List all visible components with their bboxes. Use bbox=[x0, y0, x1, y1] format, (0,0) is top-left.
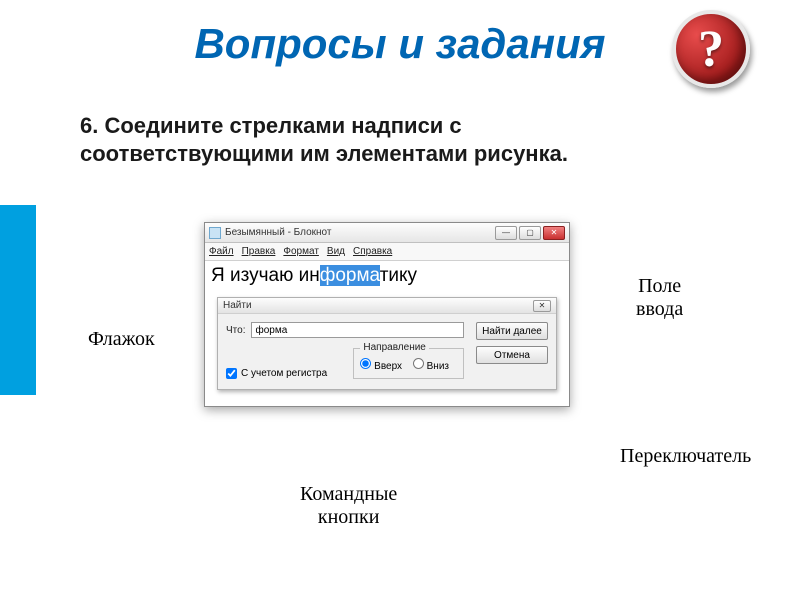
find-what-input[interactable] bbox=[251, 322, 464, 338]
case-checkbox-row[interactable]: С учетом регистра bbox=[226, 368, 327, 379]
help-badge: ? bbox=[672, 10, 750, 88]
label-flag: Флажок bbox=[88, 328, 155, 351]
direction-group: Направление Вверх Вниз bbox=[353, 348, 464, 379]
notepad-menubar[interactable]: Файл Правка Формат Вид Справка bbox=[205, 243, 569, 261]
label-cmd-l2: кнопки bbox=[318, 506, 380, 528]
notepad-titlebar[interactable]: Безымянный - Блокнот — ▢ ✕ bbox=[205, 223, 569, 243]
label-command-buttons: Командные кнопки bbox=[300, 483, 397, 529]
help-badge-circle: ? bbox=[672, 10, 750, 88]
label-input-field: Поле ввода bbox=[636, 275, 683, 321]
find-dialog: Найти ✕ Найти далее Отмена Что: bbox=[217, 297, 557, 390]
selected-text: форма bbox=[320, 265, 380, 286]
menu-file[interactable]: Файл bbox=[209, 246, 234, 257]
instruction-text: 6. Соедините стрелками надписи с соответ… bbox=[80, 112, 680, 167]
find-what-label: Что: bbox=[226, 325, 245, 336]
decorative-stripe bbox=[0, 205, 36, 395]
notepad-textarea[interactable]: Я изучаю информатику bbox=[211, 265, 563, 287]
notepad-window: Безымянный - Блокнот — ▢ ✕ Файл Правка Ф… bbox=[204, 222, 570, 407]
cancel-button[interactable]: Отмена bbox=[476, 346, 548, 364]
direction-legend: Направление bbox=[360, 342, 428, 353]
menu-view[interactable]: Вид bbox=[327, 246, 345, 257]
find-next-button[interactable]: Найти далее bbox=[476, 322, 548, 340]
radio-up-label[interactable]: Вверх bbox=[360, 361, 402, 372]
label-input-field-l1: Поле bbox=[638, 275, 681, 297]
case-checkbox[interactable] bbox=[226, 368, 237, 379]
menu-format[interactable]: Формат bbox=[283, 246, 319, 257]
find-close-button[interactable]: ✕ bbox=[533, 300, 551, 312]
minimize-button[interactable]: — bbox=[495, 226, 517, 240]
question-mark-icon: ? bbox=[698, 20, 724, 79]
radio-up[interactable] bbox=[360, 358, 371, 369]
page-title: Вопросы и задания bbox=[194, 20, 605, 68]
notepad-app-icon bbox=[209, 227, 221, 239]
find-titlebar[interactable]: Найти ✕ bbox=[218, 298, 556, 314]
menu-help[interactable]: Справка bbox=[353, 246, 392, 257]
notepad-body: Я изучаю информатику Найти ✕ Найти далее… bbox=[205, 261, 569, 406]
close-button[interactable]: ✕ bbox=[543, 226, 565, 240]
case-checkbox-label: С учетом регистра bbox=[241, 368, 327, 379]
label-switch: Переключатель bbox=[620, 445, 751, 468]
find-body: Найти далее Отмена Что: С учетом регистр… bbox=[218, 314, 556, 389]
notepad-title-text: Безымянный - Блокнот bbox=[225, 227, 331, 238]
radio-down[interactable] bbox=[413, 358, 424, 369]
label-cmd-l1: Командные bbox=[300, 483, 397, 505]
find-title-text: Найти bbox=[223, 300, 252, 311]
radio-down-label[interactable]: Вниз bbox=[413, 361, 449, 372]
label-input-field-l2: ввода bbox=[636, 298, 683, 320]
menu-edit[interactable]: Правка bbox=[242, 246, 276, 257]
slide: Вопросы и задания ? 6. Соедините стрелка… bbox=[0, 0, 800, 600]
maximize-button[interactable]: ▢ bbox=[519, 226, 541, 240]
